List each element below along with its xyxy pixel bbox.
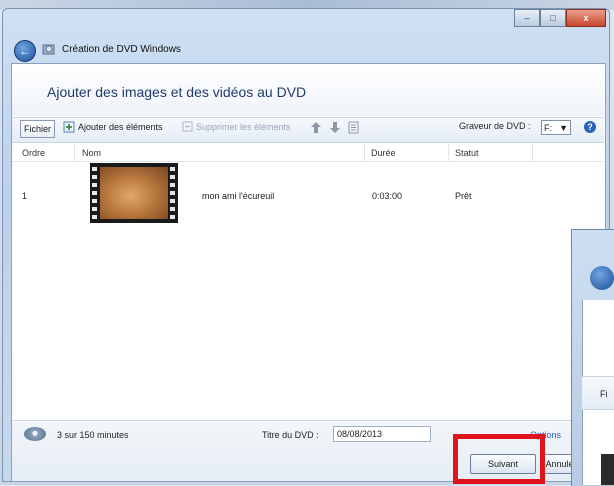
column-header-duration[interactable]: Durée — [371, 148, 396, 158]
add-items-button[interactable]: Ajouter des éléments — [63, 121, 163, 133]
chevron-down-icon: ▼ — [559, 122, 568, 133]
dvd-title-label: Titre du DVD : — [262, 430, 319, 440]
dvd-burner-label: Graveur de DVD : — [459, 121, 531, 131]
move-up-icon[interactable] — [310, 121, 322, 134]
second-window-back-icon[interactable] — [590, 266, 614, 290]
row-order: 1 — [22, 191, 28, 201]
page-title: Ajouter des images et des vidéos au DVD — [47, 84, 307, 100]
help-icon[interactable]: ? — [584, 121, 596, 133]
column-divider — [532, 143, 533, 161]
remove-items-button[interactable]: Supprimer les éléments — [182, 121, 291, 132]
window-title: Création de DVD Windows — [62, 44, 181, 55]
dvd-title-input[interactable]: 08/08/2013 — [333, 426, 431, 442]
back-arrow-icon[interactable]: ← — [14, 40, 36, 62]
second-window-toolbar — [582, 376, 614, 410]
add-items-icon — [63, 121, 75, 133]
window-controls: – □ x — [514, 9, 606, 27]
column-divider — [448, 143, 449, 161]
row-name: mon ami l'écureuil — [202, 191, 275, 201]
column-divider — [364, 143, 365, 161]
dvd-maker-app-icon — [42, 44, 55, 55]
dvd-burner-select[interactable]: F: ▼ — [541, 120, 571, 135]
disc-usage-icon — [24, 427, 46, 441]
remove-items-label: Supprimer les éléments — [196, 121, 291, 132]
remove-items-icon — [182, 121, 193, 132]
properties-icon[interactable] — [348, 121, 359, 134]
disc-usage-text: 3 sur 150 minutes — [57, 430, 129, 440]
file-menu-button[interactable]: Fichier — [20, 120, 56, 138]
second-window-file-label[interactable]: Fi — [600, 389, 608, 399]
highlight-box — [453, 434, 545, 484]
row-duration: 0:03:00 — [372, 191, 403, 201]
move-down-icon[interactable] — [329, 121, 341, 134]
second-window-preview — [601, 454, 614, 485]
add-items-label: Ajouter des éléments — [78, 122, 163, 132]
close-button[interactable]: x — [566, 9, 606, 27]
row-status: Prêt — [455, 191, 472, 201]
column-header-order[interactable]: Ordre — [22, 148, 45, 158]
column-header-name[interactable]: Nom — [82, 148, 101, 158]
column-header-status[interactable]: Statut — [455, 148, 479, 158]
maximize-button[interactable]: □ — [540, 9, 566, 27]
column-divider — [74, 143, 75, 161]
minimize-button[interactable]: – — [514, 9, 540, 27]
dvd-burner-value: F: — [544, 122, 552, 133]
video-thumbnail — [90, 163, 178, 223]
